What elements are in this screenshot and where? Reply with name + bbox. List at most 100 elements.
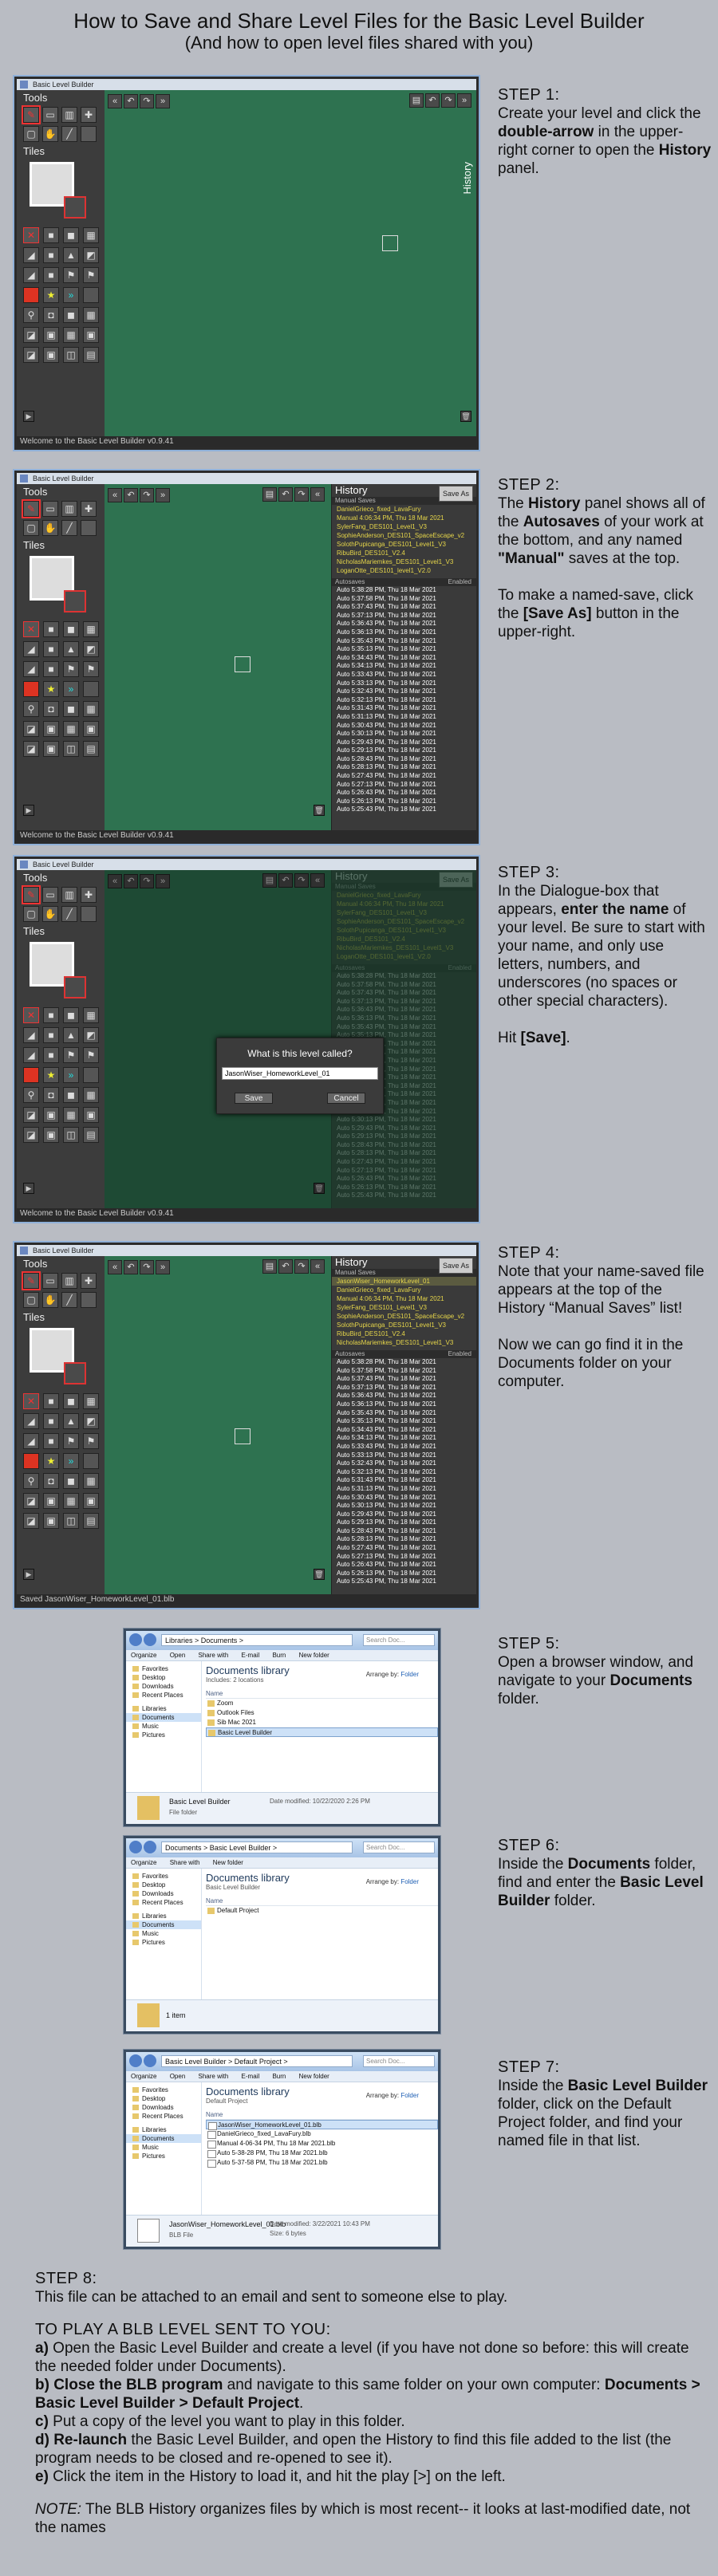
file-item[interactable]: Basic Level Builder: [206, 1727, 438, 1737]
undo-icon[interactable]: ↶: [124, 94, 138, 108]
undo-icon[interactable]: ↶: [278, 487, 293, 502]
autosave-item[interactable]: Auto 5:31:43 PM, Thu 18 Mar 2021: [332, 704, 476, 713]
autosave-item[interactable]: Auto 5:36:13 PM, Thu 18 Mar 2021: [332, 628, 476, 637]
manual-save-item[interactable]: DanielGrieco_fixed_LavaFury: [332, 1286, 476, 1294]
new-folder-button[interactable]: New folder: [213, 1859, 243, 1866]
redo-icon[interactable]: ↷: [140, 94, 154, 108]
tool-button[interactable]: ╱: [61, 520, 77, 536]
level-name-input[interactable]: [222, 1067, 378, 1080]
autosave-item[interactable]: Auto 5:32:13 PM, Thu 18 Mar 2021: [332, 696, 476, 705]
tool-button[interactable]: ▥: [61, 501, 77, 517]
tile-button[interactable]: ◼: [63, 1087, 79, 1103]
tile-button[interactable]: ■: [43, 227, 59, 243]
tile-button[interactable]: ▣: [43, 1127, 59, 1143]
autosave-item[interactable]: Auto 5:26:43 PM, Thu 18 Mar 2021: [332, 789, 476, 798]
autosave-item[interactable]: Auto 5:35:13 PM, Thu 18 Mar 2021: [332, 645, 476, 654]
autosave-item[interactable]: Auto 5:26:13 PM, Thu 18 Mar 2021: [332, 798, 476, 806]
history-double-arrow-icon[interactable]: «: [310, 1259, 325, 1274]
autosave-item[interactable]: Auto 5:29:13 PM, Thu 18 Mar 2021: [332, 1518, 476, 1527]
share-with-button[interactable]: Share with: [199, 2073, 229, 2080]
column-name-header[interactable]: Name: [206, 1897, 438, 1906]
tile-button[interactable]: ⚲: [23, 307, 39, 323]
tile-button[interactable]: ⚑: [63, 1047, 79, 1063]
tile-button[interactable]: ◪: [23, 741, 39, 757]
tile-button[interactable]: ⚑: [83, 661, 99, 677]
tool-button[interactable]: ▥: [61, 887, 77, 903]
new-folder-button[interactable]: New folder: [299, 1652, 329, 1659]
nav-item[interactable]: Favorites: [126, 1664, 201, 1673]
nav-item[interactable]: Pictures: [126, 1731, 201, 1739]
autosave-item[interactable]: Auto 5:30:43 PM, Thu 18 Mar 2021: [332, 722, 476, 731]
tile-button[interactable]: ▣: [43, 721, 59, 737]
grid-icon[interactable]: ▤: [262, 487, 277, 502]
nav-item[interactable]: Music: [126, 2143, 201, 2152]
tile-button[interactable]: ◼: [63, 307, 79, 323]
tool-button[interactable]: ✚: [81, 501, 97, 517]
save-as-button[interactable]: Save As: [438, 486, 473, 502]
search-input[interactable]: Search Doc...: [363, 1841, 435, 1853]
autosave-item[interactable]: Auto 5:34:13 PM, Thu 18 Mar 2021: [332, 1434, 476, 1443]
tile-button[interactable]: ⚑: [63, 661, 79, 677]
tile-button[interactable]: [23, 287, 39, 303]
tile-button[interactable]: ■: [43, 1007, 59, 1023]
trash-icon[interactable]: 🗑: [314, 805, 325, 816]
manual-save-item[interactable]: JasonWiser_HomeworkLevel_01: [332, 1277, 476, 1286]
nav-item[interactable]: Downloads: [126, 1889, 201, 1898]
tool-button[interactable]: ▢: [23, 906, 39, 922]
tile-button[interactable]: ▣: [43, 347, 59, 363]
manual-save-item[interactable]: SylerFang_DES101_Level1_V3: [332, 1303, 476, 1312]
dialog-save-button[interactable]: Save: [235, 1093, 273, 1104]
redo-icon[interactable]: ↷: [294, 1259, 309, 1274]
tile-button[interactable]: »: [63, 1453, 79, 1469]
autosave-item[interactable]: Auto 5:33:43 PM, Thu 18 Mar 2021: [332, 1443, 476, 1451]
tile-button[interactable]: ▲: [63, 247, 79, 263]
level-canvas[interactable]: «↶ ↷» «↷ ↶ ▤ 🗑 History Save As Manual Saves Jason…: [105, 1256, 476, 1594]
tile-button[interactable]: ▦: [63, 1107, 79, 1123]
tool-button[interactable]: ✎: [22, 499, 41, 518]
manual-save-item[interactable]: RibuBird_DES101_V2.4: [332, 549, 476, 557]
tile-button[interactable]: ◩: [83, 1027, 99, 1043]
tile-button[interactable]: ⚑: [63, 1433, 79, 1449]
autosave-item[interactable]: Auto 5:28:13 PM, Thu 18 Mar 2021: [332, 1535, 476, 1544]
dialog-cancel-button[interactable]: Cancel: [327, 1093, 365, 1104]
tool-button[interactable]: ✎: [22, 885, 41, 904]
tile-button[interactable]: ◫: [63, 1513, 79, 1529]
tool-button[interactable]: ✎: [22, 1271, 41, 1290]
open-button[interactable]: Open: [170, 1652, 186, 1659]
file-item[interactable]: Manual 4-06-34 PM, Thu 18 Mar 2021.blb: [206, 2139, 438, 2149]
tile-button[interactable]: ▦: [83, 621, 99, 637]
tile-button[interactable]: ◼: [63, 621, 79, 637]
email-button[interactable]: E-mail: [242, 2073, 260, 2080]
tile-button[interactable]: ▦: [83, 1007, 99, 1023]
nav-item[interactable]: Pictures: [126, 1938, 201, 1947]
share-with-button[interactable]: Share with: [170, 1859, 200, 1866]
tile-button[interactable]: ◢: [23, 1047, 39, 1063]
tile-button[interactable]: ◢: [23, 661, 39, 677]
tool-button[interactable]: ▥: [61, 107, 77, 123]
nav-item[interactable]: Documents: [126, 1920, 201, 1929]
tile-button[interactable]: ★: [43, 681, 59, 697]
tile-button[interactable]: ◼: [63, 1473, 79, 1489]
tool-button[interactable]: ╱: [61, 1292, 77, 1308]
file-item[interactable]: Sib Mac 2021: [206, 1718, 438, 1727]
address-path[interactable]: Libraries > Documents >: [161, 1634, 353, 1646]
nav-item[interactable]: Desktop: [126, 1673, 201, 1682]
tile-button[interactable]: ◼: [63, 227, 79, 243]
tile-button[interactable]: ■: [43, 661, 59, 677]
collapse-icon[interactable]: «: [108, 1260, 122, 1274]
forward-icon[interactable]: [144, 2054, 156, 2067]
autosave-item[interactable]: Auto 5:30:43 PM, Thu 18 Mar 2021: [332, 1494, 476, 1503]
autosave-item[interactable]: Auto 5:29:43 PM, Thu 18 Mar 2021: [332, 1511, 476, 1519]
tool-button[interactable]: ▭: [42, 1273, 58, 1289]
tile-button[interactable]: [83, 287, 99, 303]
tile-button[interactable]: ◢: [23, 1027, 39, 1043]
autosave-item[interactable]: Auto 5:35:13 PM, Thu 18 Mar 2021: [332, 1417, 476, 1426]
tile-button[interactable]: ▲: [63, 1027, 79, 1043]
history-double-arrow-icon[interactable]: «: [310, 487, 325, 502]
autosave-item[interactable]: Auto 5:25:43 PM, Thu 18 Mar 2021: [332, 805, 476, 814]
tile-button[interactable]: ▤: [83, 741, 99, 757]
undo-icon[interactable]: ↶: [278, 1259, 293, 1274]
expand-icon[interactable]: »: [156, 488, 170, 502]
redo-icon[interactable]: ↷: [441, 93, 456, 108]
tile-button[interactable]: ◼: [63, 701, 79, 717]
